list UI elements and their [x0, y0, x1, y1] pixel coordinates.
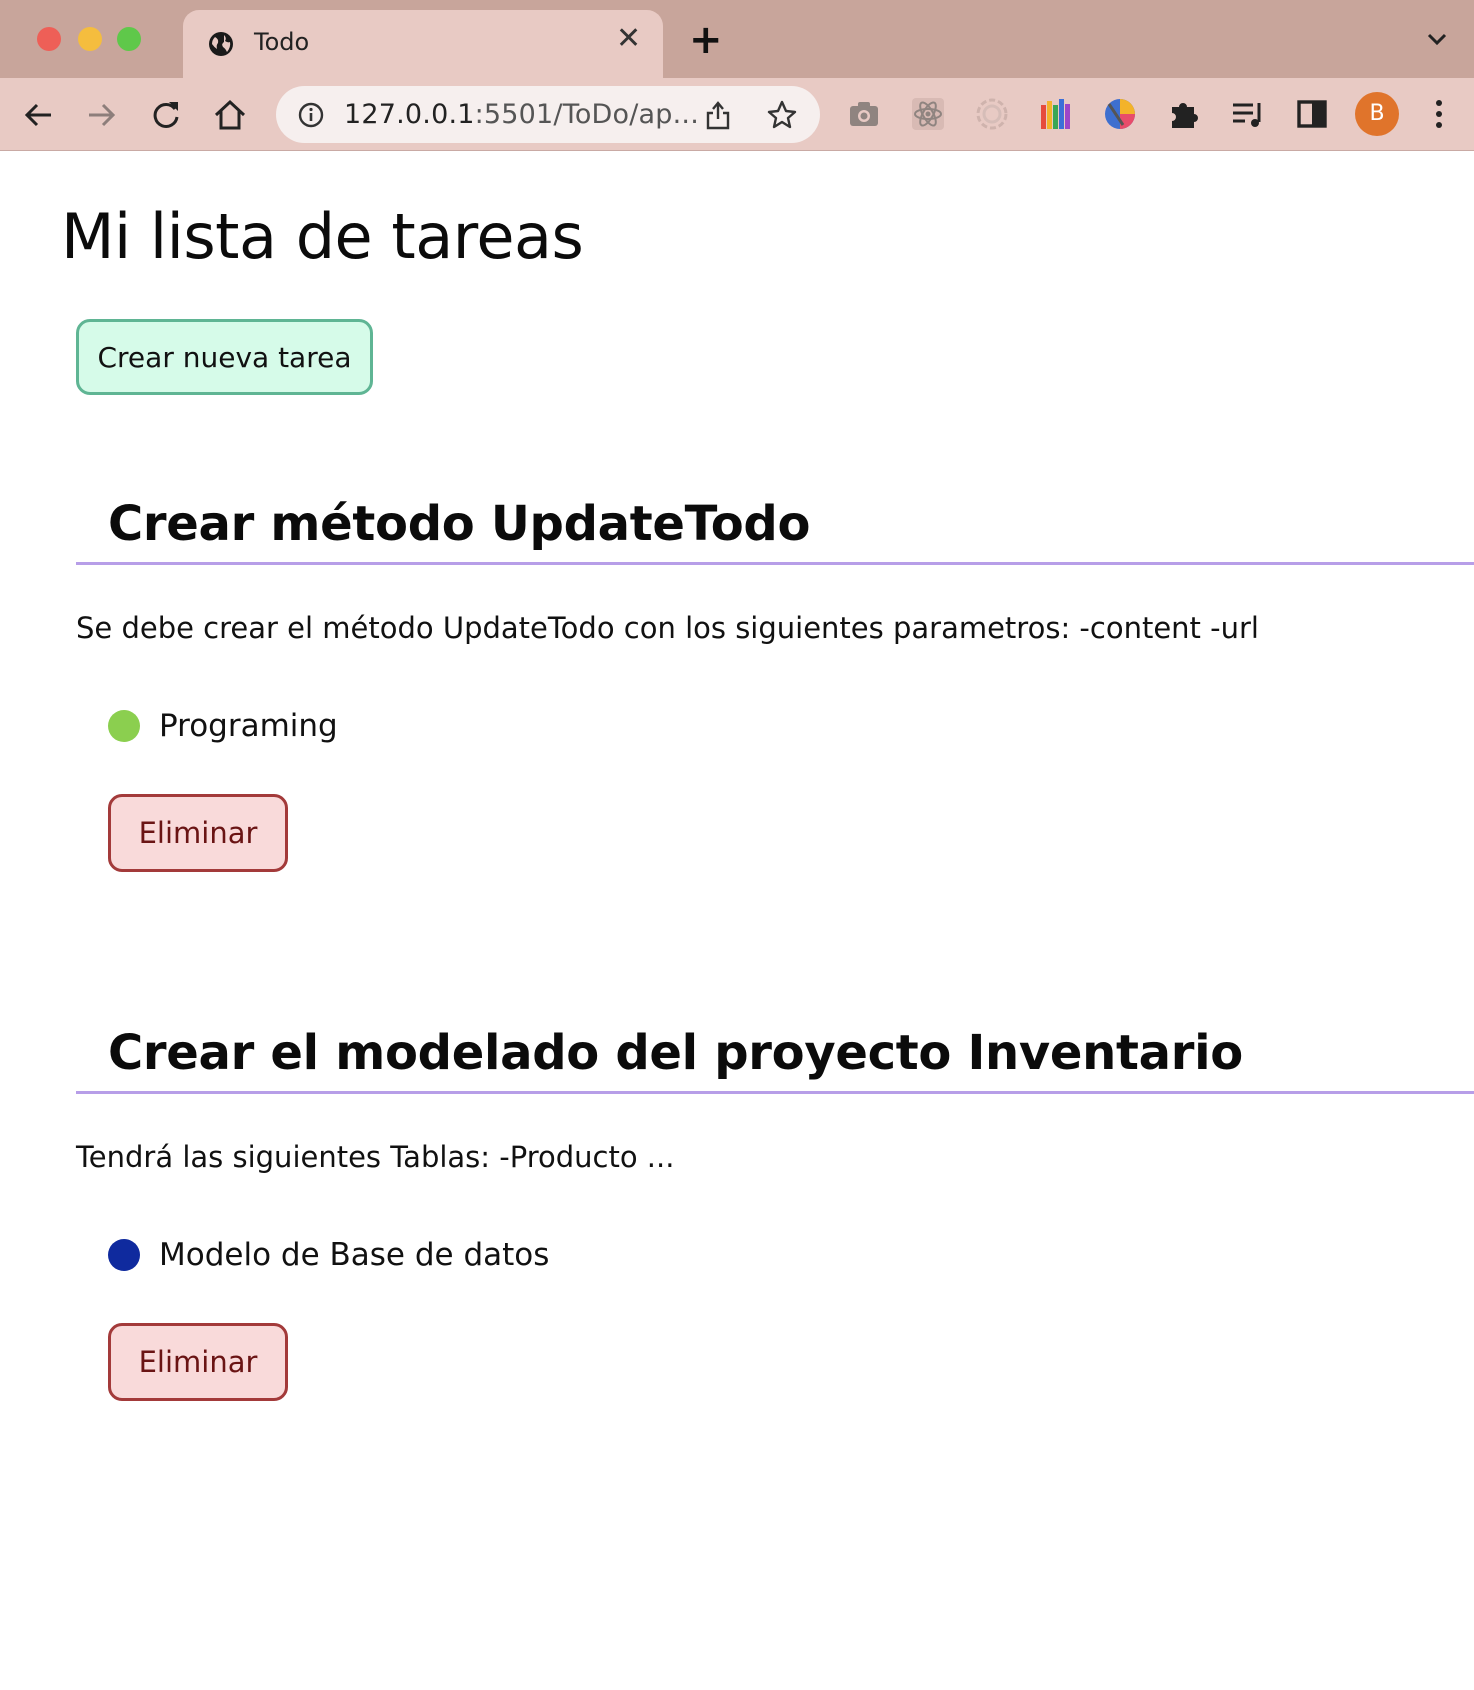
page-content: Mi lista de tareas Crear nueva tarea Cre… — [0, 152, 1474, 1690]
browser-toolbar: 127.0.0.1:5501/ToDo/ap... B — [0, 78, 1474, 151]
delete-button[interactable]: Eliminar — [108, 794, 288, 872]
media-queue-icon[interactable] — [1229, 95, 1267, 133]
bookmark-star-icon[interactable] — [766, 99, 798, 131]
category-label: Modelo de Base de datos — [159, 1237, 550, 1273]
category-color-dot — [108, 710, 140, 742]
reload-icon[interactable] — [148, 97, 184, 133]
side-panel-icon[interactable] — [1293, 95, 1331, 133]
address-bar[interactable]: 127.0.0.1:5501/ToDo/ap... — [276, 86, 820, 143]
site-info-icon[interactable] — [298, 102, 324, 128]
tab-close-icon[interactable]: ✕ — [616, 24, 641, 54]
url-path: :5501/ToDo/ap... — [474, 99, 699, 130]
circular-extension-icon[interactable] — [973, 95, 1011, 133]
todo-divider — [76, 1091, 1474, 1094]
window-close-button[interactable] — [37, 27, 61, 51]
profile-avatar[interactable]: B — [1355, 92, 1399, 136]
todo-description: Tendrá las siguientes Tablas: -Producto … — [76, 1140, 675, 1174]
extensions-puzzle-icon[interactable] — [1165, 95, 1203, 133]
back-arrow-icon[interactable] — [21, 97, 57, 133]
category-label: Programing — [159, 708, 338, 744]
todo-item: Crear método UpdateTodo Se debe crear el… — [76, 496, 1474, 886]
color-picker-extension-icon[interactable] — [1101, 95, 1139, 133]
page-title: Mi lista de tareas — [61, 200, 584, 273]
browser-tab-bar: Todo ✕ + — [0, 0, 1474, 78]
delete-button[interactable]: Eliminar — [108, 1323, 288, 1401]
share-icon[interactable] — [704, 99, 732, 131]
new-tab-button[interactable]: + — [689, 20, 723, 60]
books-extension-icon[interactable] — [1037, 95, 1075, 133]
todo-title: Crear el modelado del proyecto Inventari… — [108, 1025, 1243, 1081]
todo-title: Crear método UpdateTodo — [108, 496, 811, 552]
create-task-button[interactable]: Crear nueva tarea — [76, 319, 373, 395]
home-icon[interactable] — [212, 97, 248, 133]
react-devtools-icon[interactable] — [909, 95, 947, 133]
browser-tab-active[interactable]: Todo ✕ — [183, 10, 663, 78]
chevron-down-icon[interactable] — [1424, 28, 1450, 50]
todo-item: Crear el modelado del proyecto Inventari… — [76, 1025, 1474, 1415]
globe-icon — [209, 32, 233, 56]
window-minimize-button[interactable] — [78, 27, 102, 51]
url-host: 127.0.0.1 — [344, 99, 475, 130]
camera-extension-icon[interactable] — [845, 95, 883, 133]
url-text[interactable]: 127.0.0.1:5501/ToDo/ap... — [344, 99, 699, 130]
forward-arrow-icon[interactable] — [83, 97, 119, 133]
more-vertical-icon[interactable] — [1431, 96, 1447, 132]
tab-title: Todo — [254, 28, 310, 56]
todo-description: Se debe crear el método UpdateTodo con l… — [76, 611, 1259, 645]
todo-divider — [76, 562, 1474, 565]
window-zoom-button[interactable] — [117, 27, 141, 51]
category-color-dot — [108, 1239, 140, 1271]
